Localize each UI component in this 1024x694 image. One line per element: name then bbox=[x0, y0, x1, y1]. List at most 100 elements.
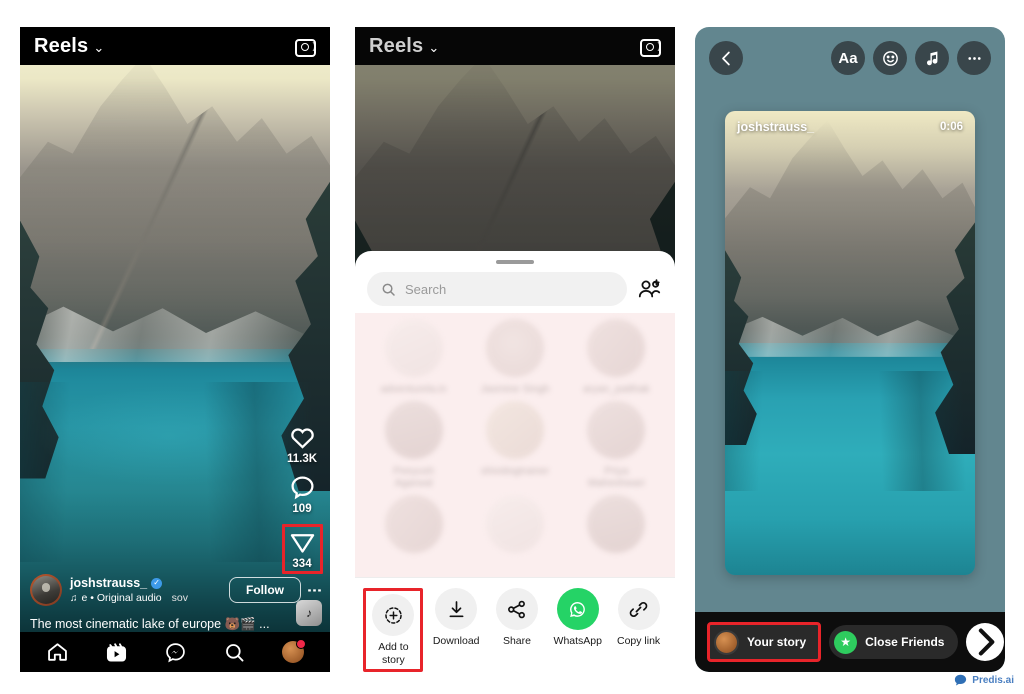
contact-name: shividogtrainer bbox=[480, 465, 550, 478]
comment-icon bbox=[289, 474, 316, 501]
list-item[interactable]: shividogtrainer bbox=[466, 401, 563, 489]
download-label: Download bbox=[432, 635, 480, 647]
username-row[interactable]: joshstrauss_ bbox=[70, 576, 221, 590]
share-icon bbox=[289, 529, 316, 556]
comment-button[interactable]: 109 bbox=[289, 474, 316, 515]
audio-title: e • Original audio bbox=[81, 592, 162, 604]
whatsapp-icon bbox=[556, 588, 599, 630]
chevron-right-icon[interactable] bbox=[966, 623, 1005, 661]
bottom-tabbar bbox=[20, 632, 330, 672]
close-friends-button[interactable]: ★ Close Friends bbox=[829, 625, 959, 659]
post-meta-row: joshstrauss_ ♫ e • Original audio sov Fo… bbox=[20, 574, 330, 606]
search-input[interactable]: Search bbox=[367, 272, 627, 306]
kebab-menu-icon[interactable]: ⋮ bbox=[306, 583, 323, 598]
story-card-username: joshstrauss_ bbox=[737, 120, 815, 134]
music-note-icon[interactable] bbox=[915, 41, 949, 75]
contacts-grid-container: adventurela.in Jasmine Singh aryan_patth… bbox=[355, 313, 675, 577]
audio-attribution[interactable]: ♫ e • Original audio sov bbox=[70, 592, 221, 604]
lake-reflection-shape bbox=[725, 370, 975, 492]
engagement-rail: 11.3K 109 334 bbox=[280, 424, 324, 580]
story-media-card[interactable]: joshstrauss_ 0:06 bbox=[725, 111, 975, 575]
contact-avatar bbox=[485, 495, 544, 554]
share-count: 334 bbox=[292, 558, 312, 570]
follow-button[interactable]: Follow bbox=[229, 577, 301, 603]
text-tool-button[interactable]: Aa bbox=[831, 41, 865, 75]
download-button[interactable]: Download bbox=[428, 588, 484, 648]
story-toolbar: Aa bbox=[695, 27, 1005, 89]
sticker-icon[interactable] bbox=[873, 41, 907, 75]
share-actions-row: Add to story Download Share WhatsApp Cop… bbox=[355, 577, 675, 672]
username: joshstrauss_ bbox=[70, 576, 148, 590]
predis-logo-icon bbox=[953, 673, 968, 688]
verified-icon bbox=[151, 577, 163, 589]
list-item[interactable]: Priya Maheshwari bbox=[568, 401, 665, 489]
like-button[interactable]: 11.3K bbox=[287, 424, 317, 465]
messenger-icon[interactable] bbox=[164, 641, 187, 664]
back-arrow-icon[interactable] bbox=[709, 41, 743, 75]
watermark-text: Predis.ai bbox=[972, 675, 1014, 686]
reels-title-group[interactable]: Reels ⌄ bbox=[369, 35, 439, 58]
search-placeholder: Search bbox=[405, 281, 447, 297]
reels-header: Reels ⌄ bbox=[355, 27, 675, 65]
add-to-story-icon bbox=[372, 594, 415, 636]
share-label: Share bbox=[502, 635, 531, 647]
list-item[interactable]: Jasmine Singh bbox=[466, 319, 563, 395]
contact-name: aryan_patthak bbox=[583, 383, 650, 395]
list-item[interactable] bbox=[466, 495, 563, 554]
heart-icon bbox=[289, 424, 316, 451]
your-story-avatar bbox=[714, 629, 739, 655]
profile-avatar[interactable] bbox=[282, 639, 306, 663]
share-nodes-icon bbox=[495, 588, 538, 630]
contact-name: Priya Maheshwari bbox=[588, 465, 645, 490]
reels-header: Reels ⌄ bbox=[20, 27, 330, 65]
contact-name: Jasmine Singh bbox=[480, 383, 550, 395]
whatsapp-button[interactable]: WhatsApp bbox=[550, 588, 606, 648]
avatar[interactable] bbox=[30, 574, 62, 606]
share-bottom-sheet: Search adventurela.in Jasmine Singh arya… bbox=[355, 251, 675, 672]
list-item[interactable]: aryan_patthak bbox=[568, 319, 665, 395]
reels-title-group[interactable]: Reels ⌄ bbox=[34, 35, 104, 58]
add-person-icon[interactable] bbox=[637, 278, 663, 300]
text-tool-label: Aa bbox=[838, 49, 858, 67]
search-icon[interactable] bbox=[223, 641, 246, 664]
contact-avatar bbox=[485, 319, 544, 377]
chevron-down-icon[interactable]: ⌄ bbox=[428, 40, 439, 56]
list-item[interactable]: adventurela.in bbox=[365, 319, 462, 395]
chevron-down-icon[interactable]: ⌄ bbox=[93, 40, 104, 56]
list-item[interactable]: Peeyush Agarwal bbox=[365, 401, 462, 489]
add-to-story-button[interactable]: Add to story bbox=[363, 588, 424, 672]
avatar-image bbox=[32, 576, 60, 604]
close-friends-star-icon: ★ bbox=[834, 630, 858, 654]
more-options-icon[interactable] bbox=[957, 41, 991, 75]
camera-icon[interactable] bbox=[639, 36, 661, 57]
search-row: Search bbox=[355, 264, 675, 316]
mountain-shape bbox=[20, 55, 330, 350]
like-count: 11.3K bbox=[286, 453, 318, 465]
comment-count: 109 bbox=[292, 503, 312, 515]
camera-flash-detail bbox=[312, 42, 316, 51]
link-icon bbox=[617, 588, 660, 630]
page-title: Reels bbox=[369, 34, 424, 57]
search-icon bbox=[381, 282, 396, 297]
home-icon[interactable] bbox=[46, 641, 69, 664]
audio-cover-icon[interactable]: ♪ bbox=[296, 600, 322, 626]
story-editor-panel: Aa joshstrauss_ 0:06 Your story ★ Close … bbox=[695, 27, 1005, 672]
share-button[interactable]: 334 bbox=[281, 524, 323, 574]
page-title: Reels bbox=[34, 34, 89, 57]
contact-avatar bbox=[384, 401, 443, 460]
caption-text[interactable]: The most cinematic lake of europe 🐻🎬 ... bbox=[30, 617, 270, 632]
story-tools-group: Aa bbox=[831, 41, 991, 75]
watermark: Predis.ai bbox=[953, 673, 1014, 688]
contact-name: adventurela.in bbox=[380, 383, 447, 395]
camera-flash-detail bbox=[657, 42, 661, 51]
list-item[interactable] bbox=[568, 495, 665, 554]
add-to-story-label: Add to story bbox=[378, 641, 409, 666]
reels-icon[interactable] bbox=[105, 641, 128, 664]
your-story-label: Your story bbox=[747, 635, 807, 649]
list-item[interactable] bbox=[365, 495, 462, 554]
share-button[interactable]: Share bbox=[489, 588, 545, 648]
your-story-button[interactable]: Your story bbox=[707, 622, 822, 662]
whatsapp-label: WhatsApp bbox=[553, 635, 602, 647]
copy-link-button[interactable]: Copy link bbox=[611, 588, 667, 648]
camera-icon[interactable] bbox=[294, 36, 316, 57]
